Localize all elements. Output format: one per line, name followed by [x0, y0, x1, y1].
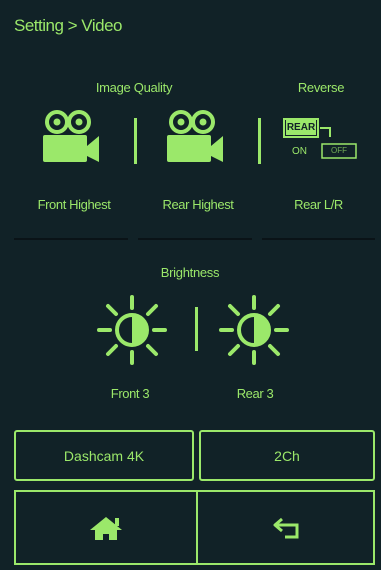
reverse-icon[interactable]: REAR ON OFF: [282, 117, 362, 167]
rear-brightness-label: Rear 3: [236, 386, 274, 401]
reverse-badge-off: OFF: [331, 146, 347, 155]
divider-line: [262, 238, 375, 240]
front-quality-label: Front Highest: [37, 197, 111, 212]
home-button[interactable]: [16, 492, 196, 563]
front-camera-icon[interactable]: [37, 108, 101, 169]
dashcam-resolution-button[interactable]: Dashcam 4K: [14, 430, 194, 481]
home-icon: [90, 516, 122, 540]
bottom-nav: [14, 490, 375, 565]
image-quality-title: Image Quality: [95, 80, 173, 95]
brightness-divider: [195, 307, 198, 351]
rear-brightness-icon[interactable]: [218, 294, 290, 371]
divider-line: [138, 238, 252, 240]
video-settings-screen: Setting > Video Image Quality Reverse RE…: [0, 0, 381, 570]
front-brightness-icon[interactable]: [96, 294, 168, 371]
quality-divider: [134, 118, 137, 164]
front-brightness-label: Front 3: [110, 386, 150, 401]
back-button[interactable]: [198, 492, 375, 563]
back-icon: [273, 517, 298, 538]
rear-quality-label: Rear Highest: [162, 197, 234, 212]
divider-line: [14, 238, 128, 240]
reverse-title: Reverse: [297, 80, 345, 95]
reverse-label: Rear L/R: [294, 197, 343, 212]
rear-camera-icon[interactable]: [161, 108, 225, 169]
channel-button[interactable]: 2Ch: [199, 430, 375, 481]
reverse-badge-top: REAR: [286, 120, 316, 135]
page-title: Setting > Video: [14, 16, 122, 35]
reverse-divider: [258, 118, 261, 164]
reverse-badge-on: ON: [292, 146, 307, 157]
brightness-title: Brightness: [160, 265, 220, 280]
